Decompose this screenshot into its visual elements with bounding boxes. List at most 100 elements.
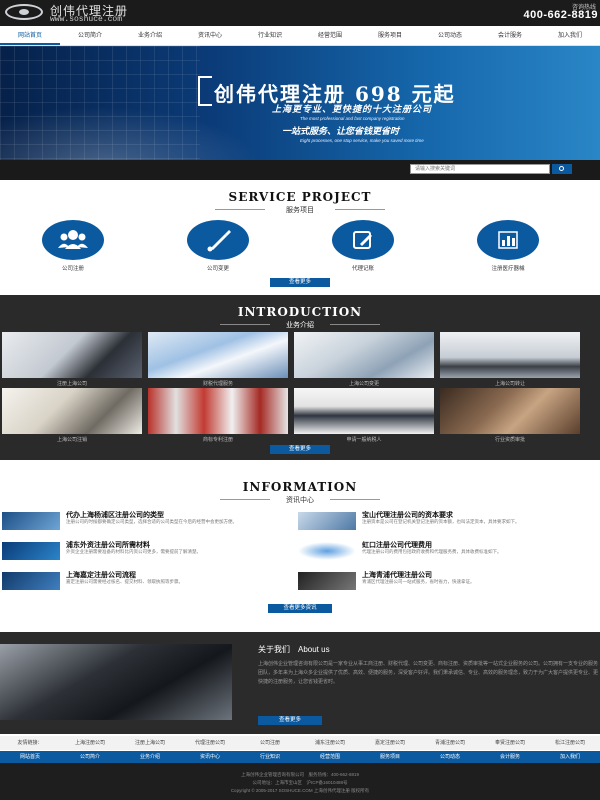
footer-nav-item[interactable]: 加入我们 [540, 751, 600, 763]
photo-binders[interactable] [148, 388, 288, 434]
news-thumbnail [2, 572, 60, 590]
news-thumbnail [2, 512, 60, 530]
about-photo [0, 644, 232, 720]
news-summary: 代理注册公司的费用包括政府收费和代理服务费，具体收费标准如下。 [362, 549, 502, 554]
logo-icon[interactable] [5, 4, 43, 20]
photo-caption: 上海公司变更 [348, 381, 379, 387]
news-item[interactable]: 浦东外资注册公司所需材料 外资企业注册需要准备的材料比内资公司更多，需要提前了解… [2, 540, 292, 564]
service-card-bookkeeping[interactable]: 代理记账 [328, 220, 398, 272]
news-thumbnail [2, 542, 60, 560]
footer-nav-item[interactable]: 行业知识 [240, 751, 300, 763]
photo-caption: 行业资质审批 [494, 437, 525, 443]
info-title-en: INFORMATION [242, 480, 358, 494]
introduction-section: INTRODUCTION 业务介绍 注册上海公司 财税代理服务 上海公司变更 上… [0, 295, 600, 460]
nav-item-home[interactable]: 网站首页 [0, 26, 60, 45]
services-title-cn: 服务项目 [286, 207, 314, 214]
service-card-registration[interactable]: 公司注册 [38, 220, 108, 272]
info-more-button[interactable]: 查看更多资讯 [268, 604, 332, 613]
photo-caption: 上海公司转让 [494, 381, 525, 387]
divider [330, 324, 380, 325]
service-card-change[interactable]: 公司变更 [183, 220, 253, 272]
about-more-button[interactable]: 查看更多 [258, 716, 322, 725]
photo-caption: 商标专利注册 [202, 437, 233, 443]
search-bar [0, 160, 600, 180]
hotline-number: 400-662-8819 [523, 9, 598, 21]
news-summary: 注册资本是公司在登记机关登记注册的资本额，也叫法定资本，具体要求如下。 [362, 519, 520, 524]
photo-documents[interactable] [2, 388, 142, 434]
intro-title-en: INTRODUCTION [237, 305, 363, 319]
search-button[interactable] [552, 164, 572, 174]
news-item[interactable]: 宝山代理注册公司的资本要求 注册资本是公司在登记机关登记注册的资本额，也叫法定资… [298, 510, 588, 534]
news-item[interactable]: 代办上海杨浦区注册公司的类型 注册公司的时候都要确定公司类型，选择合适的公司类型… [2, 510, 292, 534]
service-card-medical[interactable]: 注册医疗器械 [473, 220, 543, 272]
friend-link[interactable]: 松江注册公司 [540, 736, 600, 750]
news-thumbnail [298, 542, 356, 560]
services-title-en: SERVICE PROJECT [228, 190, 372, 204]
footer-address: 公司地址：上海市宝山区 沪ICP备16010488号 [252, 780, 348, 785]
photo-signing[interactable] [440, 388, 580, 434]
photo-hands[interactable] [294, 332, 434, 378]
intro-more-button[interactable]: 查看更多 [270, 445, 330, 454]
news-item[interactable]: 上海青浦代理注册公司 青浦区代理注册公司一站式服务，省时省力，快速拿证。 [298, 570, 588, 594]
footer-nav: 网站首页 公司简介 业务介绍 资讯中心 行业知识 经营范围 服务项目 公司动态 … [0, 751, 600, 763]
footer-nav-item[interactable]: 业务介绍 [120, 751, 180, 763]
footer-nav-item[interactable]: 会计服务 [480, 751, 540, 763]
edit-icon [332, 220, 394, 260]
friend-link[interactable]: 代理注册公司 [180, 736, 240, 750]
service-label: 公司注册 [61, 266, 84, 272]
friend-link[interactable]: 注册上海公司 [120, 736, 180, 750]
brush-icon [187, 220, 249, 260]
nav-item-news[interactable]: 资讯中心 [180, 26, 240, 45]
users-icon [42, 220, 104, 260]
divider [335, 209, 385, 210]
news-item[interactable]: 上海嘉定注册公司流程 嘉定注册公司需要经过核名、提交材料、领取执照等步骤。 [2, 570, 292, 594]
services-section: SERVICE PROJECT 服务项目 公司注册 公司变更 代理记账 注册医疗… [0, 180, 600, 295]
photo-caption: 注册上海公司 [56, 381, 87, 387]
nav-item-business[interactable]: 业务介绍 [120, 26, 180, 45]
photo-charts[interactable] [148, 332, 288, 378]
friend-link[interactable]: 上海注册公司 [60, 736, 120, 750]
banner-slogan: 一站式服务、让您省钱更省时 [282, 127, 400, 137]
news-summary: 青浦区代理注册公司一站式服务，省时省力，快速拿证。 [362, 579, 475, 584]
photo-caption: 上海公司注销 [56, 437, 87, 443]
footer-nav-item[interactable]: 网站首页 [0, 751, 60, 763]
friend-link[interactable]: 青浦注册公司 [420, 736, 480, 750]
site-url: www.soshuce.com [50, 15, 123, 24]
main-nav: 网站首页 公司简介 业务介绍 资讯中心 行业知识 经营范围 服务项目 公司动态 … [0, 26, 600, 46]
footer-nav-item[interactable]: 经营范围 [300, 751, 360, 763]
friend-links: 友情链接： 上海注册公司 注册上海公司 代理注册公司 公司注册 浦东注册公司 嘉… [0, 736, 600, 750]
news-item[interactable]: 虹口注册公司代理费用 代理注册公司的费用包括政府收费和代理服务费，具体收费标准如… [298, 540, 588, 564]
nav-item-accounting[interactable]: 会计服务 [480, 26, 540, 45]
nav-item-about[interactable]: 公司简介 [60, 26, 120, 45]
photo-meeting[interactable] [440, 332, 580, 378]
friend-links-label: 友情链接： [17, 740, 43, 746]
photo-handshake[interactable] [2, 332, 142, 378]
info-title-cn: 资讯中心 [286, 497, 314, 504]
footer-nav-item[interactable]: 服务项目 [360, 751, 420, 763]
photo-caption: 财税代理服务 [202, 381, 233, 387]
search-input[interactable] [410, 164, 550, 174]
nav-item-join[interactable]: 加入我们 [540, 26, 600, 45]
friend-link[interactable]: 公司注册 [240, 736, 300, 750]
divider [330, 499, 380, 500]
banner-english-line-2: Eight processes, one stop service, make … [300, 138, 424, 143]
news-thumbnail [298, 572, 356, 590]
nav-item-updates[interactable]: 公司动态 [420, 26, 480, 45]
nav-item-scope[interactable]: 经营范围 [300, 26, 360, 45]
footer-nav-item[interactable]: 公司简介 [60, 751, 120, 763]
about-title: 关于我们 About us [258, 645, 330, 654]
nav-item-services[interactable]: 服务项目 [360, 26, 420, 45]
search-icon [559, 166, 564, 171]
nav-item-knowledge[interactable]: 行业知识 [240, 26, 300, 45]
friend-link[interactable]: 浦东注册公司 [300, 736, 360, 750]
services-more-button[interactable]: 查看更多 [270, 278, 330, 287]
photo-team[interactable] [294, 388, 434, 434]
footer-nav-item[interactable]: 公司动态 [420, 751, 480, 763]
friend-link[interactable]: 奉贤注册公司 [480, 736, 540, 750]
friend-link[interactable]: 嘉定注册公司 [360, 736, 420, 750]
news-summary: 外资企业注册需要准备的材料比内资公司更多，需要提前了解清楚。 [66, 549, 201, 554]
service-label: 代理记账 [351, 266, 374, 272]
footer-nav-item[interactable]: 资讯中心 [180, 751, 240, 763]
banner-subtitle: 上海更专业、更快捷的十大注册公司 [272, 105, 433, 115]
service-label: 公司变更 [206, 266, 229, 272]
